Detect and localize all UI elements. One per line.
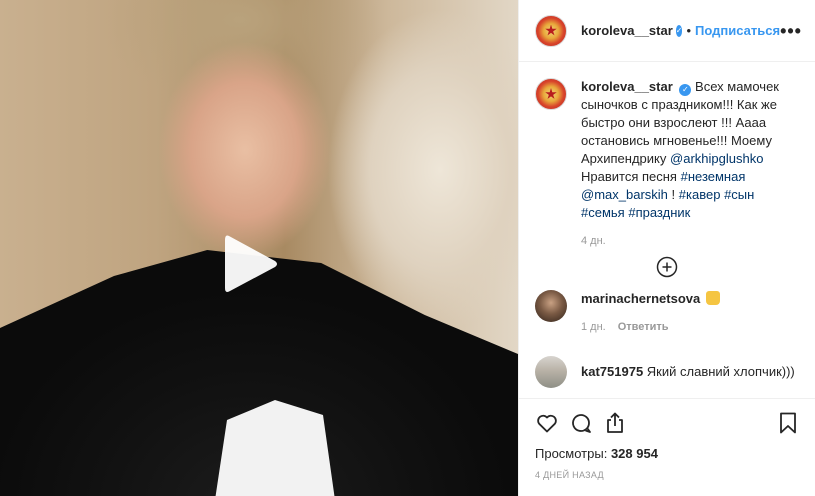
bookmark-icon[interactable] xyxy=(777,411,799,435)
post-header: koroleva__star ✓ • Подписаться ••• xyxy=(519,0,815,62)
comment-item: kat751975 Який славний хлопчик))) xyxy=(535,356,799,388)
comment-meta: 1 дн. Ответить xyxy=(581,318,799,336)
caption-time[interactable]: 4 дн. xyxy=(581,235,606,247)
caption-text: Нравится песня xyxy=(581,169,677,184)
post-date[interactable]: 4 дней назад xyxy=(535,470,799,480)
comment-body: kat751975 Який славний хлопчик))) xyxy=(581,356,799,388)
load-more-comments xyxy=(535,256,799,278)
verified-icon: ✓ xyxy=(675,24,683,37)
more-options-icon[interactable]: ••• xyxy=(780,22,802,40)
commenter-avatar[interactable] xyxy=(535,356,567,388)
caption-author-avatar[interactable] xyxy=(535,78,567,110)
action-bar xyxy=(535,407,799,439)
post-panel: koroleva__star ✓ • Подписаться ••• korol… xyxy=(518,0,815,496)
caption-text: ! xyxy=(671,187,676,202)
comment-icon[interactable] xyxy=(569,411,593,435)
comment-username[interactable]: kat751975 xyxy=(581,364,643,379)
share-icon[interactable] xyxy=(603,411,627,435)
verified-icon: ✓ xyxy=(679,84,692,96)
author-username[interactable]: koroleva__star xyxy=(581,23,673,38)
caption: koroleva__star ✓ Всех мамочек сыночков с… xyxy=(535,78,799,250)
post-video[interactable] xyxy=(0,0,518,496)
hashtag-link[interactable]: #праздник xyxy=(628,205,690,220)
comment-time[interactable]: 1 дн. xyxy=(581,321,606,333)
hashtag-link[interactable]: #сын xyxy=(724,187,754,202)
separator-dot: • xyxy=(686,23,692,38)
play-icon[interactable] xyxy=(221,232,281,296)
views-value: 328 954 xyxy=(610,446,658,461)
caption-username[interactable]: koroleva__star xyxy=(581,79,673,94)
caption-meta: 4 дн. xyxy=(581,232,799,250)
commenter-avatar[interactable] xyxy=(535,290,567,322)
comment-item: marinachernetsova 1 дн. Ответить xyxy=(535,290,799,336)
comment-body: marinachernetsova 1 дн. Ответить xyxy=(581,290,799,336)
mention-link[interactable]: @max_barskih xyxy=(581,187,668,202)
follow-button[interactable]: Подписаться xyxy=(695,23,780,38)
comment-username[interactable]: marinachernetsova xyxy=(581,291,700,306)
hashtag-link[interactable]: #кавер xyxy=(679,187,721,202)
mention-link[interactable]: @arkhipglushko xyxy=(670,151,763,166)
reply-button[interactable]: Ответить xyxy=(618,321,669,333)
caption-body: koroleva__star ✓ Всех мамочек сыночков с… xyxy=(581,78,799,250)
plus-circle-icon[interactable] xyxy=(656,256,678,278)
hashtag-link[interactable]: #неземная xyxy=(681,169,746,184)
heart-icon[interactable] xyxy=(535,411,559,435)
comments-list: koroleva__star ✓ Всех мамочек сыночков с… xyxy=(519,62,815,398)
post-actions: Просмотры: 328 954 4 дней назад xyxy=(519,398,815,480)
views-label: Просмотры: xyxy=(535,446,608,461)
views-count[interactable]: Просмотры: 328 954 xyxy=(535,446,799,461)
hashtag-link[interactable]: #семья xyxy=(581,205,625,220)
author-avatar[interactable] xyxy=(535,14,567,47)
comment-text: Який славний хлопчик))) xyxy=(646,364,795,379)
thumbs-up-icon xyxy=(705,291,720,305)
